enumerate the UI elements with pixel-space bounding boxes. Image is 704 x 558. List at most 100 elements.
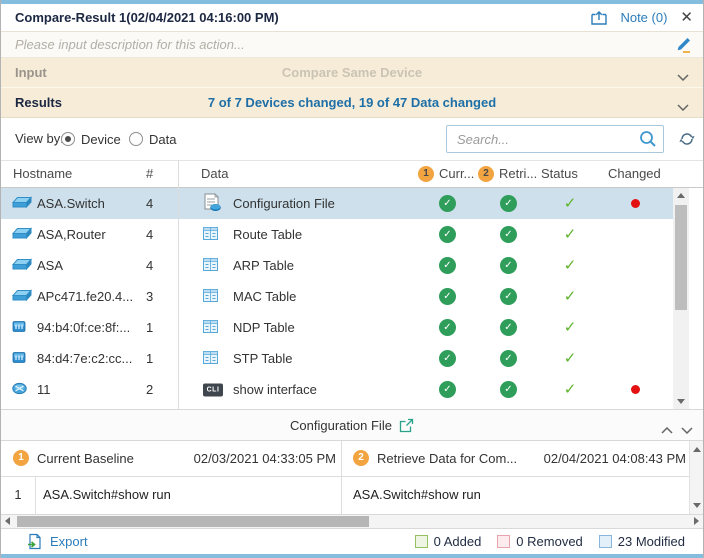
header-current: Curr...: [439, 161, 474, 187]
chevron-down-icon[interactable]: [681, 422, 693, 437]
changed-indicator-icon: [631, 199, 640, 208]
detail-compare-area: 1 Current Baseline 02/03/2021 04:33:05 P…: [1, 441, 703, 514]
grid-row-84d47e[interactable]: 84:d4:7e:c2:cc... 1 STP Table ✓ ✓ ✓: [1, 343, 673, 374]
grid-row-asa[interactable]: ASA 4 ARP Table ✓ ✓ ✓: [1, 250, 673, 281]
device-hostname: 94:b4:0f:ce:8f:...: [37, 312, 130, 343]
device-hostname: ASA.Switch: [37, 188, 105, 219]
scroll-up-arrow[interactable]: [677, 193, 685, 198]
description-placeholder[interactable]: Please input description for this action…: [15, 37, 245, 52]
input-section-label: Input: [15, 58, 47, 88]
chevron-up-icon[interactable]: [661, 422, 673, 437]
detail-title-bar: Configuration File: [1, 409, 703, 441]
chevron-down-icon[interactable]: [677, 69, 689, 84]
diff-legend: 0 Added 0 Removed 23 Modified: [415, 534, 685, 549]
current-success-icon: ✓: [439, 226, 456, 243]
grid-row-asa-switch[interactable]: ASA.Switch 4 Configuration File ✓ ✓ ✓: [1, 188, 673, 219]
switch-device-icon: [12, 289, 32, 305]
legend-added-label: 0 Added: [434, 534, 482, 549]
comparison-grid: Hostname # Data 1 Curr... 2 Retri... Sta…: [1, 160, 703, 409]
grid-body: ASA.Switch 4 Configuration File ✓ ✓ ✓ AS…: [1, 188, 703, 409]
retrieve-success-icon: ✓: [500, 195, 517, 212]
scrollbar-thumb[interactable]: [17, 516, 369, 527]
popout-window-icon[interactable]: [591, 11, 607, 25]
refresh-icon[interactable]: [679, 131, 695, 150]
scroll-down-arrow[interactable]: [693, 503, 701, 508]
status-check-icon: ✓: [561, 250, 579, 281]
data-type-label: show interface: [233, 374, 317, 405]
legend-modified-label: 23 Modified: [618, 534, 685, 549]
current-success-icon: ✓: [439, 319, 456, 336]
table-data-icon: [203, 258, 218, 274]
scroll-down-arrow[interactable]: [677, 399, 685, 404]
retrieve-success-icon: ✓: [500, 350, 517, 367]
legend-removed: 0 Removed: [497, 534, 582, 549]
radio-view-device[interactable]: Device: [61, 118, 121, 160]
horizontal-scrollbar[interactable]: [1, 514, 703, 529]
data-type-label: Configuration File: [233, 188, 335, 219]
radio-selected-icon: [61, 132, 75, 146]
status-check-icon: ✓: [561, 219, 579, 250]
current-baseline-timestamp: 02/03/2021 04:33:05 PM: [181, 441, 336, 476]
header-count: #: [146, 161, 153, 187]
retrieve-data-timestamp: 02/04/2021 04:08:43 PM: [526, 441, 686, 476]
export-button[interactable]: Export: [27, 533, 88, 550]
scrollbar-thumb[interactable]: [675, 205, 687, 310]
dialog-bottom-accent: [1, 554, 703, 558]
scroll-right-arrow[interactable]: [694, 517, 699, 525]
cli-command-icon: CLI: [203, 383, 223, 396]
data-type-label: STP Table: [233, 343, 293, 374]
retrieve-success-icon: ✓: [500, 257, 517, 274]
data-type-label: MAC Table: [233, 281, 296, 312]
retrieve-success-icon: ✓: [500, 288, 517, 305]
line-number: 1: [1, 477, 35, 513]
access-point-icon: [12, 320, 26, 336]
switch-device-icon: [12, 196, 32, 212]
footer-bar: Export 0 Added 0 Removed 23 Modified: [1, 529, 703, 554]
grid-row-94b40f[interactable]: 94:b4:0f:ce:8f:... 1 NDP Table ✓ ✓ ✓: [1, 312, 673, 343]
close-icon[interactable]: ✕: [680, 10, 693, 25]
header-changed: Changed: [608, 161, 661, 187]
vertical-scrollbar[interactable]: [673, 188, 689, 409]
status-check-icon: ✓: [561, 188, 579, 219]
compare-line-row[interactable]: 1 ASA.Switch#show run ASA.Switch#show ru…: [1, 477, 703, 514]
scroll-up-arrow[interactable]: [693, 447, 701, 452]
switch-device-icon: [12, 258, 32, 274]
input-section-bar[interactable]: Input Compare Same Device: [1, 58, 703, 88]
view-toolbar: View by: Device Data: [1, 118, 703, 160]
grid-row-apc471[interactable]: APc471.fe20.4... 3 MAC Table ✓ ✓ ✓: [1, 281, 673, 312]
device-hostname: 84:d4:7e:c2:cc...: [37, 343, 132, 374]
scroll-left-arrow[interactable]: [5, 517, 10, 525]
open-in-new-window-icon[interactable]: [399, 418, 414, 433]
view-by-label: View by:: [15, 118, 64, 160]
header-retrieve: Retri...: [499, 161, 537, 187]
description-bar: Please input description for this action…: [1, 32, 703, 58]
chevron-down-icon[interactable]: [677, 99, 689, 114]
export-file-icon: [27, 533, 43, 550]
dialog-title: Compare-Result 1(02/04/2021 04:16:00 PM): [15, 10, 279, 25]
edit-pencil-icon[interactable]: [675, 37, 691, 53]
results-section-label: Results: [15, 88, 62, 118]
grid-row-asa-router[interactable]: ASA,Router 4 Route Table ✓ ✓ ✓: [1, 219, 673, 250]
grid-row-11[interactable]: 11 2 CLI show interface ✓ ✓ ✓: [1, 374, 673, 405]
search-input[interactable]: [446, 125, 664, 153]
retrieve-success-icon: ✓: [500, 319, 517, 336]
input-section-value: Compare Same Device: [1, 58, 703, 88]
modified-color-swatch: [599, 535, 612, 548]
grid-header: Hostname # Data 1 Curr... 2 Retri... Sta…: [1, 160, 703, 188]
radio-view-data[interactable]: Data: [129, 118, 176, 160]
legend-added: 0 Added: [415, 534, 482, 549]
results-section-bar[interactable]: Results 7 of 7 Devices changed, 19 of 47…: [1, 88, 703, 118]
radio-data-label: Data: [149, 132, 176, 147]
device-count: 4: [146, 219, 153, 250]
badge-two-icon: 2: [478, 166, 494, 182]
device-count: 1: [146, 312, 153, 343]
detail-vertical-scrollbar[interactable]: [689, 441, 703, 514]
note-button[interactable]: Note (0): [620, 10, 667, 25]
status-check-icon: ✓: [561, 312, 579, 343]
radio-device-label: Device: [81, 132, 121, 147]
radio-unselected-icon: [129, 132, 143, 146]
removed-color-swatch: [497, 535, 510, 548]
badge-one-icon: 1: [418, 166, 434, 182]
right-pane-content: ASA.Switch#show run: [353, 477, 481, 513]
table-data-icon: [203, 351, 218, 367]
